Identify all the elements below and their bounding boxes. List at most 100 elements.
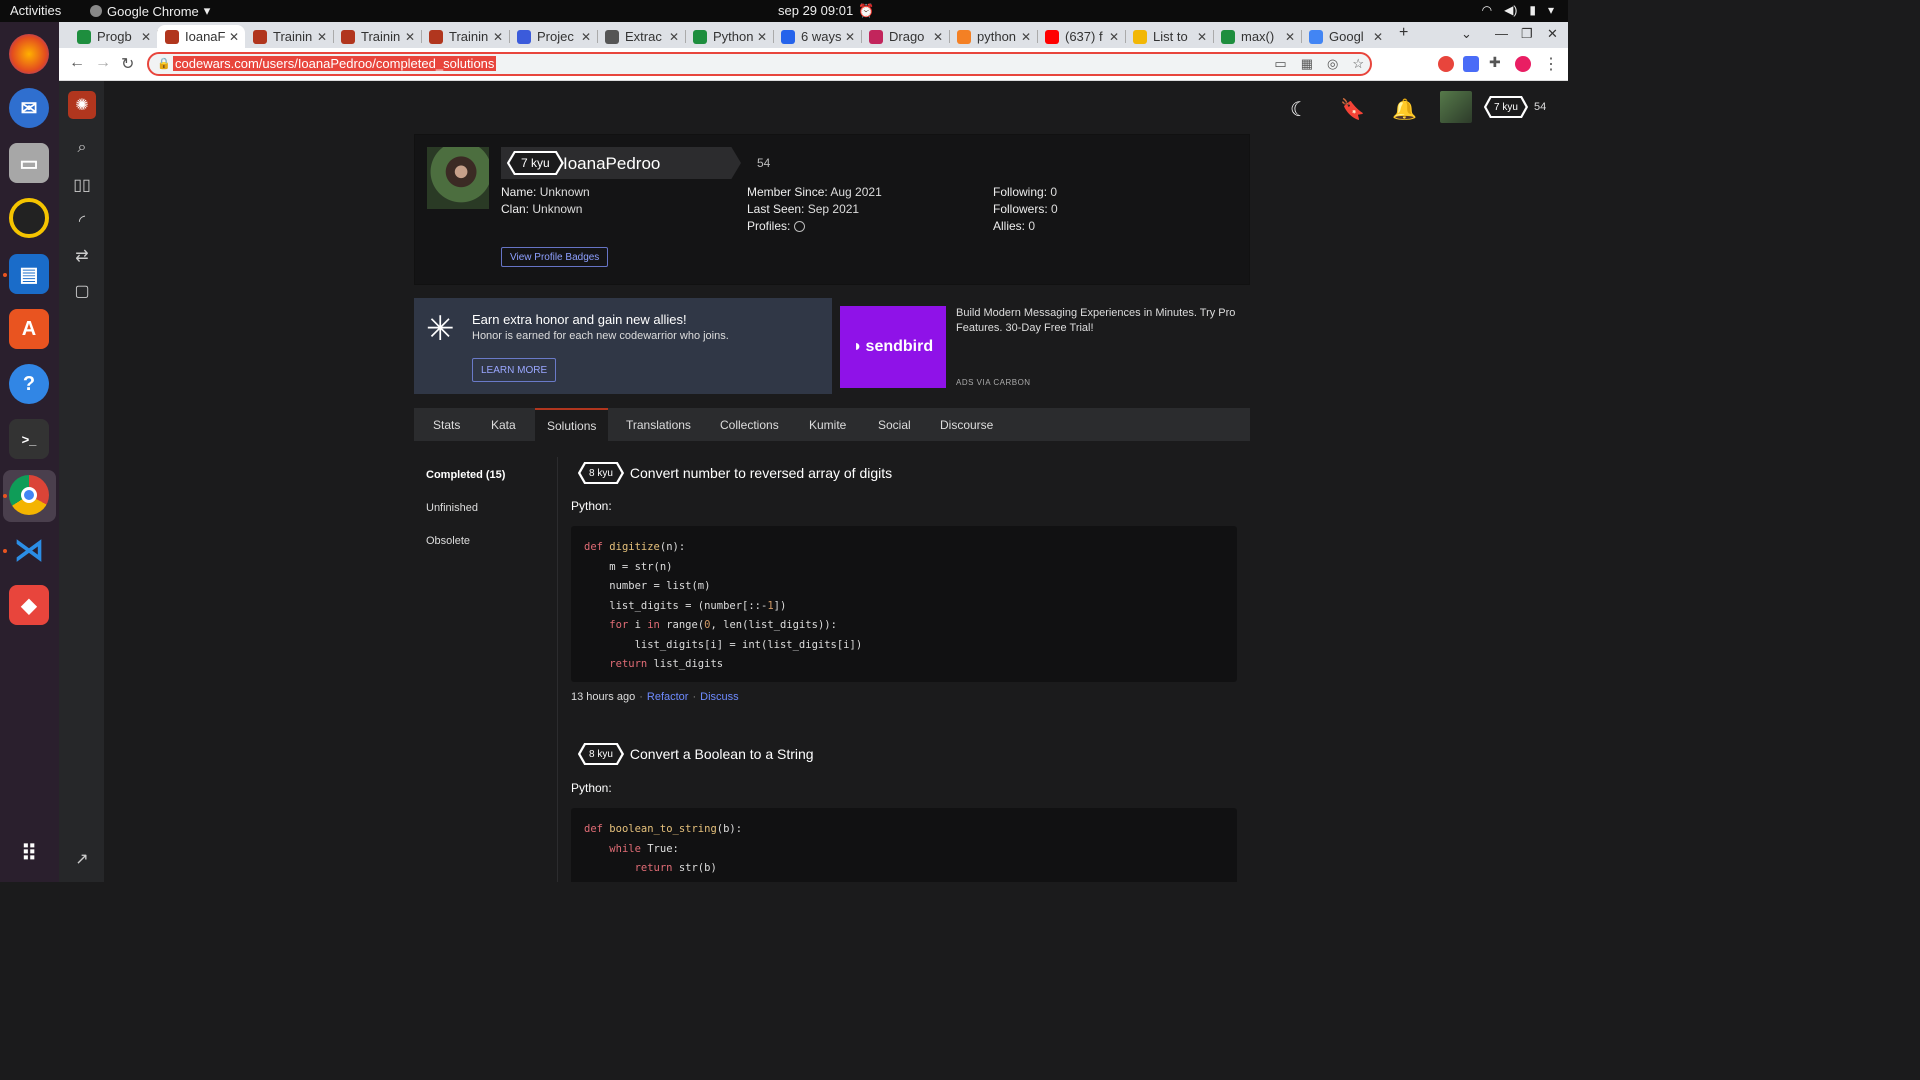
sendbird-logo[interactable]: ◗ sendbird xyxy=(840,306,946,388)
tab[interactable]: Trainin ✕ xyxy=(421,25,510,48)
following-field[interactable]: Following: 0 xyxy=(993,185,1057,199)
view-profile-badges-button[interactable]: View Profile Badges xyxy=(501,247,609,267)
software-center-icon[interactable]: A xyxy=(9,309,49,349)
help-icon[interactable]: ? xyxy=(9,364,49,404)
bookmark-icon[interactable]: 🔖 xyxy=(1340,97,1365,122)
refactor-link[interactable]: Refactor xyxy=(647,691,689,703)
close-tab-icon[interactable]: ✕ xyxy=(141,30,151,44)
clock[interactable]: sep 29 09:01 xyxy=(778,3,853,18)
tab[interactable]: Trainin ✕ xyxy=(333,25,422,48)
tab-active[interactable]: IoanaF ✕ xyxy=(157,25,245,48)
dark-mode-moon-icon[interactable]: ☾ xyxy=(1290,97,1308,122)
close-tab-icon[interactable]: ✕ xyxy=(1021,30,1031,44)
cast-icon[interactable]: ▭ xyxy=(1274,56,1286,72)
close-tab-icon[interactable]: ✕ xyxy=(757,30,767,44)
close-tab-icon[interactable]: ✕ xyxy=(1373,30,1383,44)
tab[interactable]: Drago ✕ xyxy=(861,25,950,48)
kata-title-link[interactable]: Convert number to reversed array of digi… xyxy=(630,465,892,481)
adblock-icon[interactable] xyxy=(1438,56,1454,72)
tab-social[interactable]: Social xyxy=(866,408,923,441)
bookmark-star-icon[interactable]: ☆ xyxy=(1352,56,1364,72)
tab-discourse[interactable]: Discourse xyxy=(928,408,1005,441)
chat-icon[interactable]: ▢ xyxy=(72,281,92,301)
tab[interactable]: Trainin ✕ xyxy=(245,25,334,48)
vscode-icon[interactable]: ⋊ xyxy=(9,530,49,570)
discuss-link[interactable]: Discuss xyxy=(700,691,739,703)
close-window-button[interactable]: ✕ xyxy=(1547,26,1558,42)
forward-button[interactable]: → xyxy=(95,54,111,72)
close-tab-icon[interactable]: ✕ xyxy=(845,30,855,44)
user-avatar[interactable] xyxy=(1440,91,1472,123)
tab[interactable]: Extrac ✕ xyxy=(597,25,686,48)
followers-field[interactable]: Followers: 0 xyxy=(993,202,1058,216)
github-icon[interactable] xyxy=(793,221,805,233)
app-menu[interactable]: Google Chrome ▾ xyxy=(90,3,210,19)
tab-translations[interactable]: Translations xyxy=(614,408,703,441)
kebab-menu-icon[interactable]: ⋮ xyxy=(1543,54,1559,74)
close-tab-icon[interactable]: ✕ xyxy=(317,30,327,44)
tab-kumite[interactable]: Kumite xyxy=(797,408,858,441)
tab[interactable]: python ✕ xyxy=(949,25,1038,48)
tab-search-icon[interactable]: ⌄ xyxy=(1461,26,1472,42)
subnav-completed[interactable]: Completed (15) xyxy=(426,469,505,481)
codewars-logo-icon[interactable]: ✺ xyxy=(68,91,96,119)
tab[interactable]: (637) f ✕ xyxy=(1037,25,1126,48)
subnav-obsolete[interactable]: Obsolete xyxy=(426,535,470,547)
close-tab-icon[interactable]: ✕ xyxy=(1197,30,1207,44)
allies-field[interactable]: Allies: 0 xyxy=(993,219,1035,233)
reload-button[interactable]: ↻ xyxy=(121,54,134,74)
close-tab-icon[interactable]: ✕ xyxy=(933,30,943,44)
subnav-unfinished[interactable]: Unfinished xyxy=(426,502,478,514)
activities-button[interactable]: Activities xyxy=(10,3,61,18)
tab[interactable]: Progb ✕ xyxy=(69,25,158,48)
rhythmbox-icon[interactable] xyxy=(9,198,49,238)
close-tab-icon[interactable]: ✕ xyxy=(405,30,415,44)
book-icon[interactable]: ▯▯ xyxy=(72,175,92,195)
lock-icon[interactable]: 🔒 xyxy=(157,57,171,70)
tab[interactable]: Python ✕ xyxy=(685,25,774,48)
profile-avatar-icon[interactable] xyxy=(1515,56,1531,72)
close-tab-icon[interactable]: ✕ xyxy=(669,30,679,44)
rss-feed-icon[interactable]: ◜ xyxy=(72,211,92,231)
close-tab-icon[interactable]: ✕ xyxy=(229,30,239,44)
ads-via-carbon[interactable]: ADS VIA CARBON xyxy=(956,378,1031,387)
firefox-icon[interactable] xyxy=(9,34,49,74)
notifications-bell-icon[interactable]: 🔔 xyxy=(1392,97,1417,122)
repeat-icon[interactable]: ⇄ xyxy=(72,246,92,266)
thunderbird-icon[interactable]: ✉ xyxy=(9,88,49,128)
tab-kata[interactable]: Kata xyxy=(479,408,528,441)
anydesk-icon[interactable]: ◆ xyxy=(9,585,49,625)
tab[interactable]: max() ✕ xyxy=(1213,25,1302,48)
terminal-icon[interactable]: >_ xyxy=(9,419,49,459)
translate-extension-icon[interactable] xyxy=(1463,56,1479,72)
kata-title-link[interactable]: Convert a Boolean to a String xyxy=(630,746,814,762)
tab[interactable]: List to ✕ xyxy=(1125,25,1214,48)
qr-code-icon[interactable]: ▦ xyxy=(1301,56,1313,72)
chrome-icon[interactable] xyxy=(9,475,49,515)
eye-off-icon[interactable]: ◎ xyxy=(1327,56,1338,72)
close-tab-icon[interactable]: ✕ xyxy=(1285,30,1295,44)
minimize-button[interactable]: — xyxy=(1495,26,1508,41)
show-apps-icon[interactable]: ⠿ xyxy=(9,834,49,874)
tab[interactable]: Projec ✕ xyxy=(509,25,598,48)
tab-stats[interactable]: Stats xyxy=(421,408,472,441)
address-bar[interactable]: 🔒 codewars.com/users/IoanaPedroo/complet… xyxy=(147,52,1372,76)
trending-icon[interactable]: ↗ xyxy=(72,849,92,869)
close-tab-icon[interactable]: ✕ xyxy=(581,30,591,44)
search-icon[interactable]: ⌕ xyxy=(72,139,92,159)
url-text[interactable]: codewars.com/users/IoanaPedroo/completed… xyxy=(173,56,497,71)
system-tray[interactable]: ◠ ◀) ▮ ▾ xyxy=(1482,3,1554,17)
close-tab-icon[interactable]: ✕ xyxy=(493,30,503,44)
files-icon[interactable]: ▭ xyxy=(9,143,49,183)
tab-solutions[interactable]: Solutions xyxy=(535,408,609,441)
tab-collections[interactable]: Collections xyxy=(708,408,791,441)
close-tab-icon[interactable]: ✕ xyxy=(1109,30,1119,44)
tab[interactable]: Googl ✕ xyxy=(1301,25,1389,48)
back-button[interactable]: ← xyxy=(69,54,85,72)
ad-text[interactable]: Build Modern Messaging Experiences in Mi… xyxy=(956,306,1246,336)
learn-more-button[interactable]: LEARN MORE xyxy=(472,358,557,382)
tab[interactable]: 6 ways ✕ xyxy=(773,25,862,48)
extensions-puzzle-icon[interactable]: ✚ xyxy=(1489,54,1501,71)
new-tab-button[interactable]: + xyxy=(1399,24,1408,42)
writer-icon[interactable]: ▤ xyxy=(9,254,49,294)
